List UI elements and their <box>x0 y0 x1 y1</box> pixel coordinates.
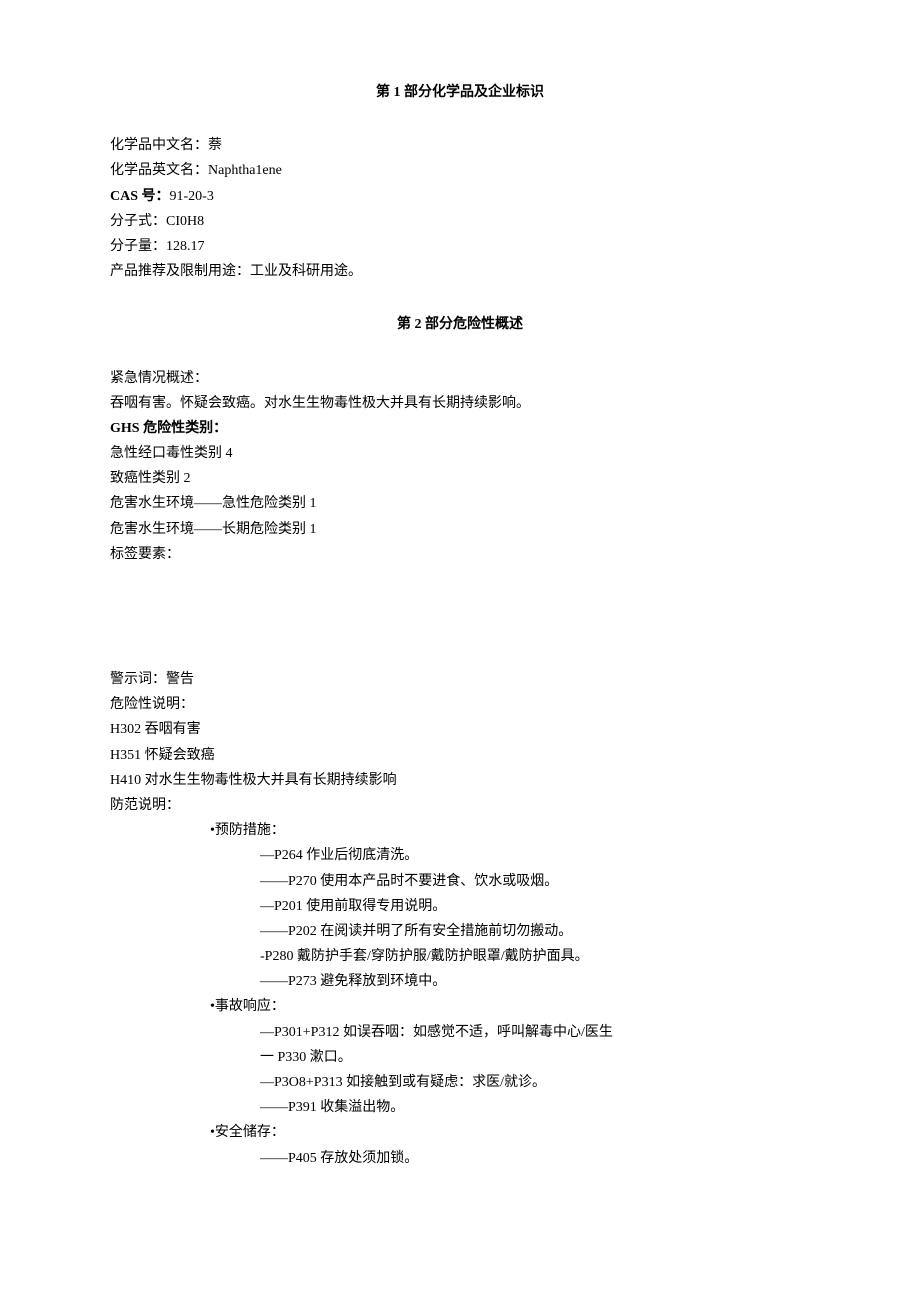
emergency-label: 紧急情况概述： <box>110 366 810 391</box>
prevention-item: ——P270 使用本产品时不要进食、饮水或吸烟。 <box>110 869 810 894</box>
name-en-row: 化学品英文名：Naphtha1ene <box>110 158 810 183</box>
storage-item: ——P405 存放处须加锁。 <box>110 1146 810 1171</box>
label-element: 标签要素： <box>110 542 810 567</box>
cas-value: 91-20-3 <box>170 189 214 204</box>
mw-label: 分子量： <box>110 239 166 254</box>
mw-value: 128.17 <box>166 239 205 254</box>
name-en-value: Naphtha1ene <box>208 163 282 178</box>
ghs-category: 急性经口毒性类别 4 <box>110 441 810 466</box>
formula-label: 分子式： <box>110 214 166 229</box>
name-en-label: 化学品英文名： <box>110 163 208 178</box>
prevention-item: —P201 使用前取得专用说明。 <box>110 894 810 919</box>
signal-word-row: 警示词：警告 <box>110 667 810 692</box>
storage-heading: •安全储存： <box>110 1120 810 1145</box>
signal-word-label: 警示词： <box>110 672 166 687</box>
hazard-statement-label: 危险性说明： <box>110 692 810 717</box>
precaution-label: 防范说明： <box>110 793 810 818</box>
hazard-statement: H302 吞咽有害 <box>110 717 810 742</box>
ghs-label: GHS 危险性类别： <box>110 416 810 441</box>
ghs-category: 危害水生环境——急性危险类别 1 <box>110 491 810 516</box>
use-row: 产品推荐及限制用途：工业及科研用途。 <box>110 259 810 284</box>
prevention-item: ——P202 在阅读并明了所有安全措施前切勿搬动。 <box>110 919 810 944</box>
response-item: —P3O8+P313 如接触到或有疑虑：求医/就诊。 <box>110 1070 810 1095</box>
pictogram-placeholder <box>110 567 810 667</box>
cas-row: CAS 号：91-20-3 <box>110 184 810 209</box>
prevention-item: -P280 戴防护手套/穿防护服/戴防护眼罩/戴防护面具。 <box>110 944 810 969</box>
prevention-heading: •预防措施： <box>110 818 810 843</box>
prevention-item: —P264 作业后彻底清洗。 <box>110 843 810 868</box>
response-item: —P301+P312 如误吞咽：如感觉不适，呼叫解毒中心/医生 <box>110 1020 810 1045</box>
section-2-title: 第 2 部分危险性概述 <box>110 312 810 337</box>
mw-row: 分子量：128.17 <box>110 234 810 259</box>
hazard-statement: H351 怀疑会致癌 <box>110 743 810 768</box>
formula-value: CI0H8 <box>166 214 204 229</box>
use-label: 产品推荐及限制用途： <box>110 264 250 279</box>
use-value: 工业及科研用途。 <box>250 264 362 279</box>
ghs-category: 危害水生环境——长期危险类别 1 <box>110 517 810 542</box>
response-item: ——P391 收集溢出物。 <box>110 1095 810 1120</box>
name-cn-value: 萘 <box>208 138 222 153</box>
signal-word-value: 警告 <box>166 672 194 687</box>
response-heading: •事故响应： <box>110 994 810 1019</box>
response-item: 一 P330 漱口。 <box>110 1045 810 1070</box>
cas-label: CAS 号： <box>110 189 170 204</box>
prevention-item: ——P273 避免释放到环境中。 <box>110 969 810 994</box>
section-1-title: 第 1 部分化学品及企业标识 <box>110 80 810 105</box>
hazard-statement: H410 对水生生物毒性极大并具有长期持续影响 <box>110 768 810 793</box>
ghs-category: 致癌性类别 2 <box>110 466 810 491</box>
name-cn-row: 化学品中文名：萘 <box>110 133 810 158</box>
emergency-text: 吞咽有害。怀疑会致癌。对水生生物毒性极大并具有长期持续影响。 <box>110 391 810 416</box>
name-cn-label: 化学品中文名： <box>110 138 208 153</box>
formula-row: 分子式：CI0H8 <box>110 209 810 234</box>
